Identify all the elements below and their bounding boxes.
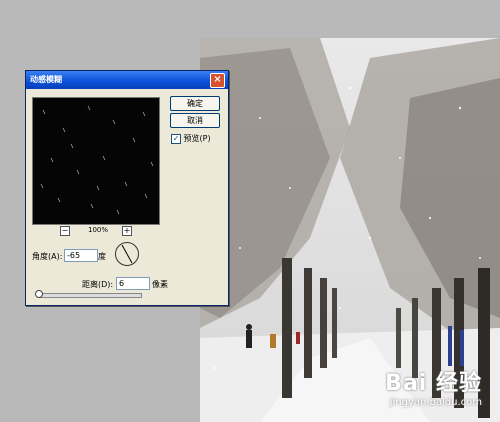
zoom-controls: − 100% + [60,226,134,236]
zoom-out-button[interactable]: − [60,226,70,236]
close-button[interactable]: × [210,73,225,88]
preview-checkbox[interactable]: ✓ 预览(P) [171,133,211,144]
dialog-titlebar[interactable]: 动感模糊 × [26,71,228,89]
motion-blur-dialog: 动感模糊 × − 100% + 确定 取消 ✓ 预览(P) 角度(A): -65… [25,70,229,306]
plus-icon: + [123,226,131,235]
ok-button[interactable]: 确定 [170,96,220,111]
preview-label: 预览(P) [183,134,211,143]
angle-label: 角度(A): [32,252,63,261]
zoom-level: 100% [87,226,108,234]
distance-input[interactable]: 6 [116,277,150,290]
distance-slider[interactable] [38,293,142,298]
close-icon: × [213,74,222,85]
angle-unit: 度 [98,252,106,261]
angle-needle-icon [121,244,133,264]
snow-photo: Bai 经验 jingyan.baidu.com [200,38,500,422]
filter-preview[interactable] [32,97,160,225]
angle-dial[interactable] [115,242,139,266]
watermark: Bai 经验 jingyan.baidu.com [385,365,482,408]
zoom-in-button[interactable]: + [122,226,132,236]
checkmark-icon: ✓ [171,133,181,144]
dialog-title: 动感模糊 [30,75,62,84]
angle-input[interactable]: -65 [64,249,98,262]
watermark-logo: Bai 经验 [385,371,482,396]
blurred-snow-preview [40,105,154,215]
distance-label: 距离(D): [82,280,114,289]
minus-icon: − [61,226,69,235]
watermark-url: jingyan.baidu.com [389,397,482,408]
distance-unit: 像素 [152,280,168,289]
cancel-button[interactable]: 取消 [170,113,220,128]
distance-slider-thumb[interactable] [35,290,43,298]
